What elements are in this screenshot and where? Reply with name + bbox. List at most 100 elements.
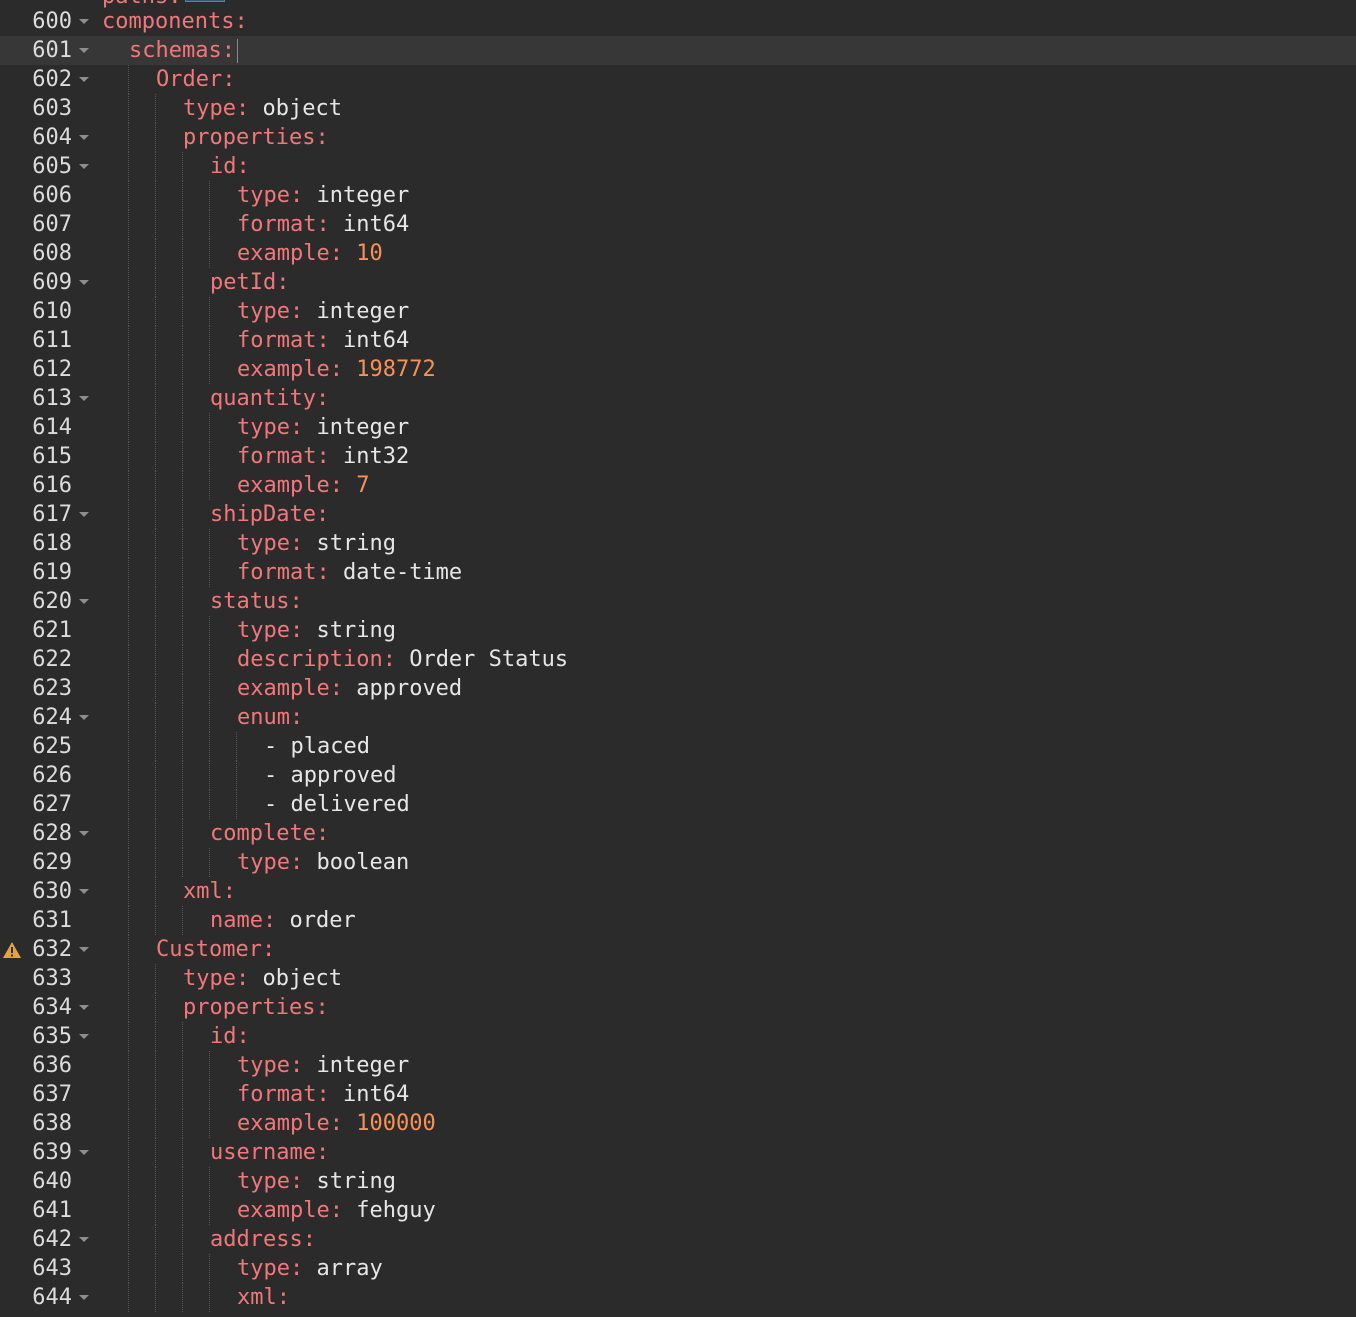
indent-guide [182, 819, 183, 848]
fold-arrow-icon[interactable] [79, 19, 89, 24]
line-number: 607 [32, 212, 72, 237]
indent-guide [128, 1225, 129, 1254]
indent-guide [209, 297, 210, 326]
yaml-value: integer [303, 183, 410, 208]
fold-arrow-icon[interactable] [79, 947, 89, 952]
code-line[interactable]: 635 id: [0, 1022, 1356, 1051]
code-editor[interactable]: paths: 600components:601schemas:602Order… [0, 0, 1356, 1317]
indent-guide [128, 1196, 129, 1225]
code-line[interactable]: 607 format: int64 [0, 210, 1356, 239]
code-line[interactable]: 642 address: [0, 1225, 1356, 1254]
fold-arrow-icon[interactable] [79, 280, 89, 285]
code-line[interactable]: 601 schemas: [0, 36, 1356, 65]
yaml-key: address: [210, 1227, 316, 1252]
code-line[interactable]: 620 status: [0, 587, 1356, 616]
code-line[interactable]: 628 complete: [0, 819, 1356, 848]
code-line[interactable]: 640 type: string [0, 1167, 1356, 1196]
code-line[interactable]: 641 example: fehguy [0, 1196, 1356, 1225]
fold-arrow-icon[interactable] [79, 1237, 89, 1242]
code-text: enum: [237, 703, 303, 732]
indent-guide [155, 761, 156, 790]
fold-arrow-icon[interactable] [79, 831, 89, 836]
code-line[interactable]: 600 components: [0, 7, 1356, 36]
indent-guide [128, 239, 129, 268]
code-line[interactable]: 623 example: approved [0, 674, 1356, 703]
yaml-key: status: [210, 589, 303, 614]
code-line[interactable]: 604 properties: [0, 123, 1356, 152]
yaml-key: type: [237, 1169, 304, 1194]
indent-guide [182, 1254, 183, 1283]
code-line[interactable]: 634 properties: [0, 993, 1356, 1022]
indent-guide [209, 442, 210, 471]
fold-arrow-icon[interactable] [79, 1034, 89, 1039]
code-line[interactable]: 637 format: int64 [0, 1080, 1356, 1109]
code-line[interactable]: 624 enum: [0, 703, 1356, 732]
code-line[interactable]: 632 Customer: [0, 935, 1356, 964]
fold-arrow-icon[interactable] [79, 1150, 89, 1155]
code-line[interactable]: 631 name: order [0, 906, 1356, 935]
line-number: 625 [32, 734, 72, 759]
indent-guide [128, 65, 129, 94]
fold-arrow-icon[interactable] [79, 599, 89, 604]
code-line[interactable]: 608 example: 10 [0, 239, 1356, 268]
code-line[interactable]: 609 petId: [0, 268, 1356, 297]
line-gutter: 634 [0, 993, 95, 1022]
code-line[interactable]: 644 xml: [0, 1283, 1356, 1312]
line-number: 605 [32, 154, 72, 179]
indent-guide [182, 1051, 183, 1080]
code-line[interactable]: 636 type: integer [0, 1051, 1356, 1080]
fold-arrow-icon[interactable] [79, 135, 89, 140]
line-gutter: 601 [0, 36, 95, 65]
yaml-key: type: [237, 1256, 304, 1281]
line-number: 626 [32, 763, 72, 788]
code-line[interactable]: 639 username: [0, 1138, 1356, 1167]
fold-arrow-icon[interactable] [79, 77, 89, 82]
fold-arrow-icon[interactable] [79, 164, 89, 169]
code-line[interactable]: 627 - delivered [0, 790, 1356, 819]
code-line[interactable]: 614 type: integer [0, 413, 1356, 442]
code-text: petId: [210, 268, 289, 297]
code-text: Order: [156, 65, 235, 94]
code-line[interactable]: 606 type: integer [0, 181, 1356, 210]
indent-guide [128, 558, 129, 587]
code-line[interactable]: 618 type: string [0, 529, 1356, 558]
indent-guide [182, 674, 183, 703]
code-line[interactable]: 633 type: object [0, 964, 1356, 993]
code-line[interactable]: 619 format: date-time [0, 558, 1356, 587]
code-line[interactable]: 615 format: int32 [0, 442, 1356, 471]
code-text: format: int64 [237, 326, 409, 355]
fold-arrow-icon[interactable] [79, 889, 89, 894]
code-line[interactable]: 626 - approved [0, 761, 1356, 790]
code-line[interactable]: 602 Order: [0, 65, 1356, 94]
code-line[interactable]: 603 type: object [0, 94, 1356, 123]
code-line[interactable]: 610 type: integer [0, 297, 1356, 326]
fold-arrow-icon[interactable] [79, 1005, 89, 1010]
code-line[interactable]: 605 id: [0, 152, 1356, 181]
indent-guide [155, 94, 156, 123]
indent-guide [155, 1138, 156, 1167]
indent-guide [155, 848, 156, 877]
code-line[interactable]: 616 example: 7 [0, 471, 1356, 500]
code-line[interactable]: 638 example: 100000 [0, 1109, 1356, 1138]
code-line[interactable]: 613 quantity: [0, 384, 1356, 413]
line-gutter: 642 [0, 1225, 95, 1254]
fold-arrow-icon[interactable] [79, 715, 89, 720]
code-line[interactable]: 629 type: boolean [0, 848, 1356, 877]
code-line[interactable]: 643 type: array [0, 1254, 1356, 1283]
code-line[interactable]: 611 format: int64 [0, 326, 1356, 355]
code-line[interactable]: 625 - placed [0, 732, 1356, 761]
yaml-key: example: [237, 473, 343, 498]
fold-arrow-icon[interactable] [79, 48, 89, 53]
code-line[interactable]: 617 shipDate: [0, 500, 1356, 529]
fold-arrow-icon[interactable] [79, 1295, 89, 1300]
indent-guide [128, 384, 129, 413]
code-line[interactable]: 630 xml: [0, 877, 1356, 906]
code-line[interactable]: 622 description: Order Status [0, 645, 1356, 674]
code-text: xml: [237, 1283, 290, 1312]
warning-icon[interactable] [2, 940, 22, 960]
indent-guide [209, 326, 210, 355]
code-line[interactable]: 621 type: string [0, 616, 1356, 645]
code-line[interactable]: 612 example: 198772 [0, 355, 1356, 384]
fold-arrow-icon[interactable] [79, 512, 89, 517]
fold-arrow-icon[interactable] [79, 396, 89, 401]
